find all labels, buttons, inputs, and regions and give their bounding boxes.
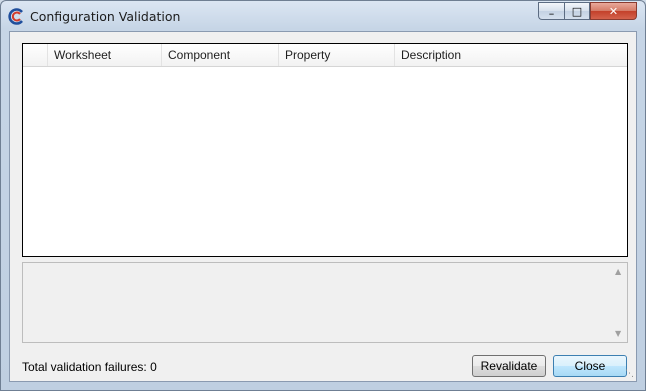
minimize-button[interactable]: – bbox=[538, 2, 564, 20]
validation-grid[interactable]: Worksheet Component Property Description bbox=[22, 43, 628, 257]
column-header-property[interactable]: Property bbox=[279, 44, 395, 66]
status-text: Total validation failures: 0 bbox=[22, 360, 157, 374]
close-icon: ✕ bbox=[608, 4, 619, 18]
column-header-worksheet[interactable]: Worksheet bbox=[48, 44, 162, 66]
validation-window: Configuration Validation – □ ✕ Worksheet… bbox=[0, 0, 646, 391]
scroll-down-icon[interactable]: ▼ bbox=[615, 329, 621, 338]
close-button[interactable]: Close bbox=[553, 355, 627, 377]
revalidate-button[interactable]: Revalidate bbox=[472, 355, 546, 377]
maximize-icon: □ bbox=[571, 4, 583, 18]
app-logo-icon bbox=[8, 8, 23, 25]
row-header-corner[interactable] bbox=[23, 44, 48, 66]
title-bar[interactable]: Configuration Validation – □ ✕ bbox=[1, 1, 645, 31]
close-window-button[interactable]: ✕ bbox=[590, 2, 637, 20]
minimize-icon: – bbox=[548, 6, 555, 20]
resize-grip-icon[interactable]: ⋱ bbox=[625, 369, 634, 379]
column-header-description[interactable]: Description bbox=[395, 44, 627, 66]
maximize-button[interactable]: □ bbox=[564, 2, 590, 20]
details-panel[interactable]: ▲ ▼ bbox=[22, 262, 628, 343]
window-title: Configuration Validation bbox=[30, 9, 181, 24]
details-scrollbar[interactable]: ▲ ▼ bbox=[610, 263, 627, 342]
column-header-component[interactable]: Component bbox=[162, 44, 279, 66]
client-area: Worksheet Component Property Description… bbox=[9, 31, 637, 382]
scroll-up-icon[interactable]: ▲ bbox=[615, 267, 621, 276]
grid-header: Worksheet Component Property Description bbox=[23, 44, 627, 67]
